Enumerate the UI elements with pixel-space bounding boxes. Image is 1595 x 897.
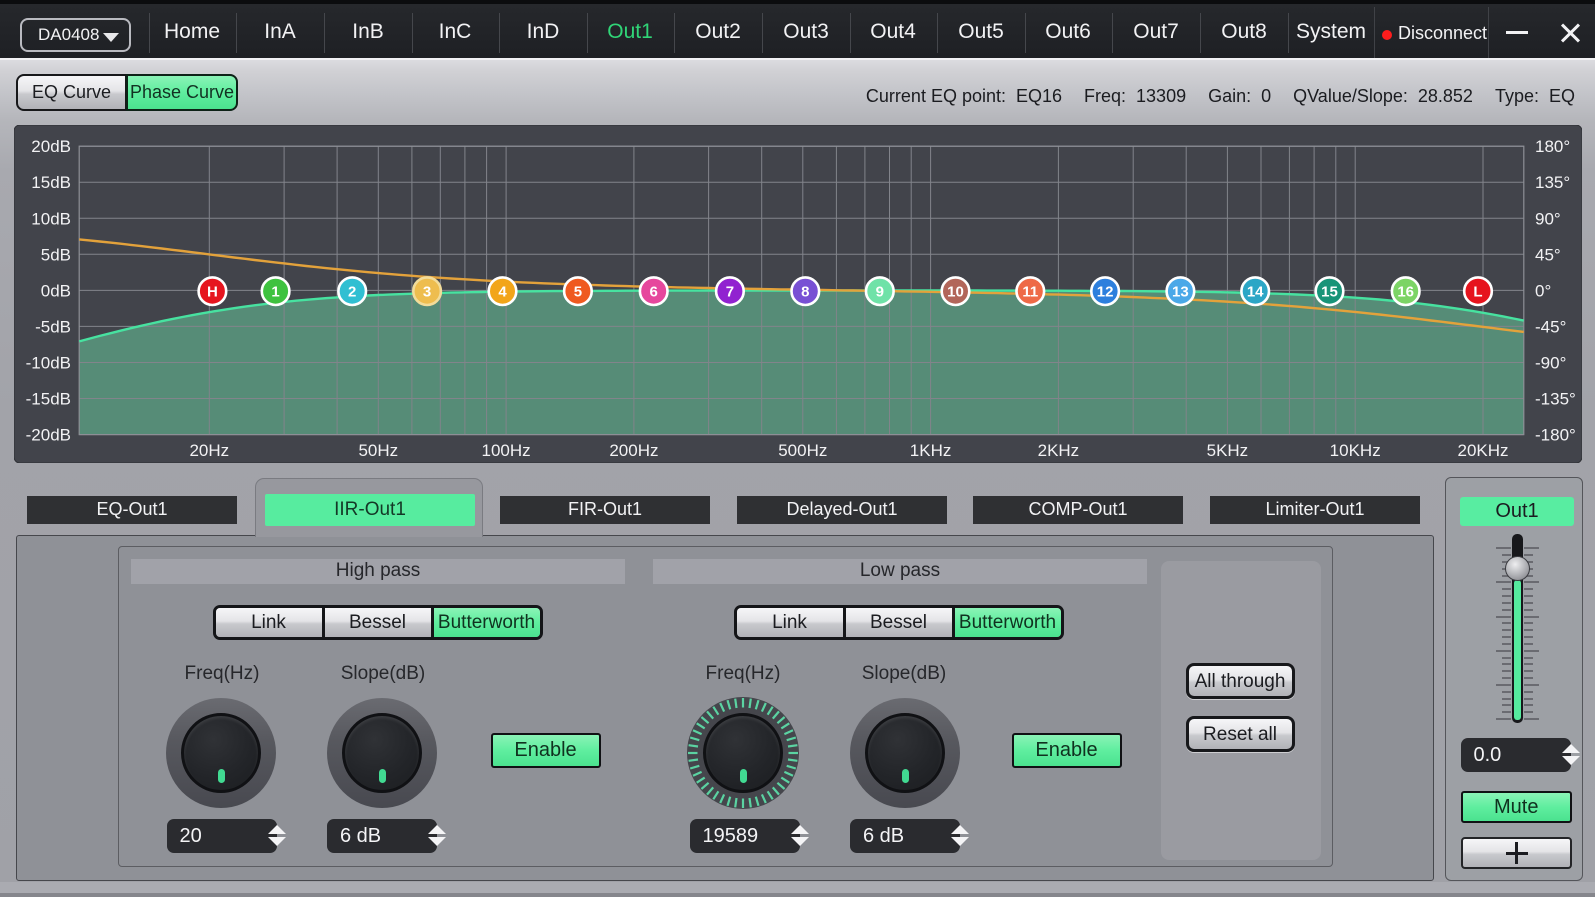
svg-text:H: H xyxy=(207,284,218,301)
svg-text:0°: 0° xyxy=(1535,281,1551,300)
svg-text:-135°: -135° xyxy=(1535,390,1576,409)
svg-text:10: 10 xyxy=(947,284,964,301)
svg-text:16: 16 xyxy=(1397,284,1414,301)
svg-text:-15dB: -15dB xyxy=(26,390,71,409)
svg-text:10KHz: 10KHz xyxy=(1330,441,1381,460)
svg-text:11: 11 xyxy=(1022,284,1038,301)
svg-text:2KHz: 2KHz xyxy=(1038,441,1080,460)
svg-text:-45°: -45° xyxy=(1535,317,1566,336)
svg-text:100Hz: 100Hz xyxy=(482,441,531,460)
svg-text:3: 3 xyxy=(423,284,431,301)
svg-text:20KHz: 20KHz xyxy=(1457,441,1508,460)
svg-text:-180°: -180° xyxy=(1535,426,1576,445)
svg-text:-90°: -90° xyxy=(1535,354,1566,373)
svg-text:45°: 45° xyxy=(1535,245,1561,264)
svg-text:5: 5 xyxy=(574,284,582,301)
svg-text:8: 8 xyxy=(801,284,809,301)
svg-text:20dB: 20dB xyxy=(31,137,71,156)
svg-text:5KHz: 5KHz xyxy=(1207,441,1249,460)
svg-text:10dB: 10dB xyxy=(31,209,71,228)
svg-text:50Hz: 50Hz xyxy=(358,441,398,460)
svg-text:14: 14 xyxy=(1247,284,1264,301)
svg-text:-5dB: -5dB xyxy=(35,317,71,336)
svg-text:15dB: 15dB xyxy=(31,173,71,192)
svg-text:L: L xyxy=(1473,284,1482,301)
svg-text:20Hz: 20Hz xyxy=(189,441,229,460)
svg-text:2: 2 xyxy=(348,284,356,301)
svg-text:6: 6 xyxy=(650,284,658,301)
svg-text:200Hz: 200Hz xyxy=(609,441,658,460)
svg-text:0dB: 0dB xyxy=(41,281,71,300)
svg-text:13: 13 xyxy=(1172,284,1189,301)
svg-text:12: 12 xyxy=(1097,284,1114,301)
svg-text:5dB: 5dB xyxy=(41,245,71,264)
svg-text:1: 1 xyxy=(271,284,279,301)
svg-text:4: 4 xyxy=(498,284,507,301)
svg-text:1KHz: 1KHz xyxy=(910,441,952,460)
svg-text:500Hz: 500Hz xyxy=(778,441,827,460)
svg-text:135°: 135° xyxy=(1535,173,1570,192)
svg-text:15: 15 xyxy=(1321,284,1338,301)
svg-text:-20dB: -20dB xyxy=(26,426,71,445)
svg-text:180°: 180° xyxy=(1535,137,1570,156)
svg-text:9: 9 xyxy=(876,284,884,301)
svg-text:90°: 90° xyxy=(1535,209,1561,228)
svg-text:7: 7 xyxy=(726,284,734,301)
svg-text:-10dB: -10dB xyxy=(26,354,71,373)
